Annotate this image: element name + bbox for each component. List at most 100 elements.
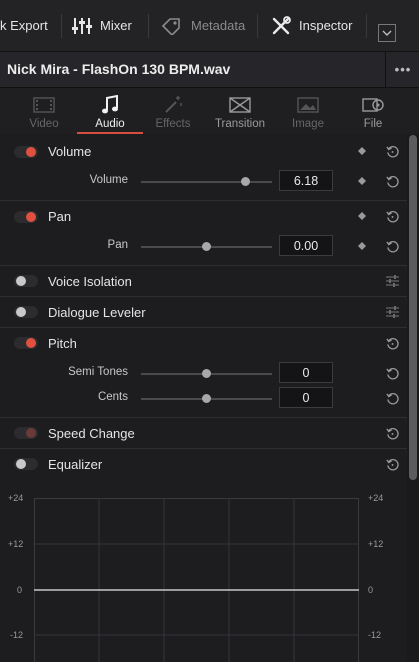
- toolbar-dropdown-button[interactable]: [378, 24, 396, 42]
- cents-slider[interactable]: [141, 394, 272, 403]
- quick-export-button[interactable]: k Export: [0, 0, 48, 51]
- toolbar-divider: [148, 14, 149, 38]
- reset-icon[interactable]: [384, 335, 400, 351]
- reset-icon[interactable]: [384, 238, 400, 254]
- volume-section: Volume Volume 6.18: [0, 135, 407, 201]
- volume-control-label: Volume: [89, 174, 128, 186]
- dialogue-leveler-section: Dialogue Leveler: [0, 297, 407, 328]
- reset-icon[interactable]: [384, 143, 400, 159]
- tab-video[interactable]: Video: [11, 88, 77, 134]
- speed-change-toggle[interactable]: [14, 427, 38, 439]
- voice-isolation-section: Voice Isolation: [0, 266, 407, 297]
- tab-video-label: Video: [29, 118, 59, 130]
- pan-header-label: Pan: [48, 209, 72, 224]
- semi-tones-label: Semi Tones: [68, 366, 128, 378]
- volume-header-label: Volume: [48, 144, 92, 159]
- equalizer-graph[interactable]: [34, 498, 359, 662]
- eq-tick-left: +24: [8, 493, 24, 503]
- eq-graph-border: [34, 498, 359, 662]
- inspector-button[interactable]: Inspector: [271, 0, 352, 51]
- keyframe-diamond-icon[interactable]: [354, 208, 370, 224]
- pan-slider-thumb[interactable]: [202, 242, 211, 251]
- reset-icon[interactable]: [384, 390, 400, 406]
- tab-file[interactable]: File: [340, 88, 406, 134]
- inspector-tabs: Video Audio Effects Transition Image Fil…: [0, 88, 419, 134]
- tab-transition-label: Transition: [214, 118, 266, 130]
- equalizer-label: Equalizer: [48, 457, 103, 472]
- eq-tick-right: 0: [368, 585, 374, 595]
- volume-toggle[interactable]: [14, 146, 38, 158]
- semi-tones-slider-thumb[interactable]: [202, 369, 211, 378]
- voice-isolation-label: Voice Isolation: [48, 274, 132, 289]
- mixer-label: Mixer: [100, 18, 132, 33]
- tab-image-label: Image: [292, 118, 324, 130]
- tab-audio-label: Audio: [95, 118, 125, 130]
- sliders-settings-icon[interactable]: [384, 304, 400, 320]
- semi-tones-slider[interactable]: [141, 369, 272, 378]
- tab-effects[interactable]: Effects: [140, 88, 206, 134]
- metadata-button[interactable]: Metadata: [161, 0, 245, 51]
- inspector-label: Inspector: [299, 18, 353, 33]
- dialogue-leveler-toggle[interactable]: [14, 306, 38, 318]
- ellipsis-icon: •••: [394, 62, 412, 77]
- more-options-button[interactable]: •••: [385, 52, 419, 87]
- toolbar-divider: [257, 14, 258, 38]
- eq-tick-right: -12: [368, 630, 382, 640]
- active-tab-indicator: [77, 132, 143, 134]
- pan-section: Pan Pan 0.00: [0, 201, 407, 266]
- equalizer-toggle[interactable]: [14, 458, 38, 470]
- music-note-icon: [102, 95, 118, 114]
- volume-slider[interactable]: [141, 177, 272, 186]
- toolbar-divider: [61, 14, 62, 38]
- dialogue-leveler-label: Dialogue Leveler: [48, 305, 146, 320]
- tab-file-label: File: [363, 118, 383, 130]
- reset-icon[interactable]: [384, 208, 400, 224]
- clip-title-bar: Nick Mira - FlashOn 130 BPM.wav •••: [0, 52, 419, 88]
- mixer-button[interactable]: Mixer: [72, 0, 132, 51]
- pitch-header-label: Pitch: [48, 336, 77, 351]
- film-icon: [33, 97, 55, 113]
- volume-value-field[interactable]: 6.18: [279, 170, 333, 191]
- mixer-icon: [72, 17, 92, 34]
- pan-toggle[interactable]: [14, 211, 38, 223]
- eq-tick-right: +12: [368, 539, 384, 549]
- tab-transition[interactable]: Transition: [207, 88, 273, 134]
- cents-slider-thumb[interactable]: [202, 394, 211, 403]
- keyframe-diamond-icon[interactable]: [354, 143, 370, 159]
- reset-icon[interactable]: [384, 456, 400, 472]
- tools-icon: [272, 15, 291, 34]
- eq-tick-left: 0: [17, 585, 23, 595]
- voice-isolation-toggle[interactable]: [14, 275, 38, 287]
- clip-title: Nick Mira - FlashOn 130 BPM.wav: [7, 61, 231, 77]
- tab-effects-label: Effects: [155, 118, 191, 130]
- top-toolbar: k Export Mixer Metadata Inspector: [0, 0, 419, 52]
- magic-wand-icon: [165, 96, 182, 113]
- speed-change-label: Speed Change: [48, 426, 135, 441]
- tab-image[interactable]: Image: [275, 88, 341, 134]
- scrollbar-thumb[interactable]: [409, 135, 417, 480]
- reset-icon[interactable]: [384, 365, 400, 381]
- reset-icon[interactable]: [384, 173, 400, 189]
- file-reel-icon: [362, 98, 384, 112]
- keyframe-diamond-icon[interactable]: [354, 173, 370, 189]
- transition-icon: [229, 97, 251, 113]
- tab-audio[interactable]: Audio: [77, 88, 143, 134]
- quick-export-label: k Export: [0, 18, 48, 33]
- eq-tick-left: +12: [8, 539, 24, 549]
- speed-change-section: Speed Change: [0, 418, 407, 449]
- cents-label: Cents: [97, 391, 128, 403]
- keyframe-diamond-icon[interactable]: [354, 238, 370, 254]
- pan-value-field[interactable]: 0.00: [279, 235, 333, 256]
- cents-value-field[interactable]: 0: [279, 387, 333, 408]
- pitch-section: Pitch Semi Tones 0 Cents 0: [0, 328, 407, 418]
- eq-grid: [34, 498, 359, 662]
- chevron-down-icon: [382, 30, 392, 36]
- reset-icon[interactable]: [384, 425, 400, 441]
- pan-slider[interactable]: [141, 242, 272, 251]
- eq-tick-left: -12: [10, 630, 24, 640]
- pitch-toggle[interactable]: [14, 337, 38, 349]
- semi-tones-value-field[interactable]: 0: [279, 362, 333, 383]
- metadata-label: Metadata: [191, 18, 246, 33]
- sliders-settings-icon[interactable]: [384, 273, 400, 289]
- volume-slider-thumb[interactable]: [241, 177, 251, 186]
